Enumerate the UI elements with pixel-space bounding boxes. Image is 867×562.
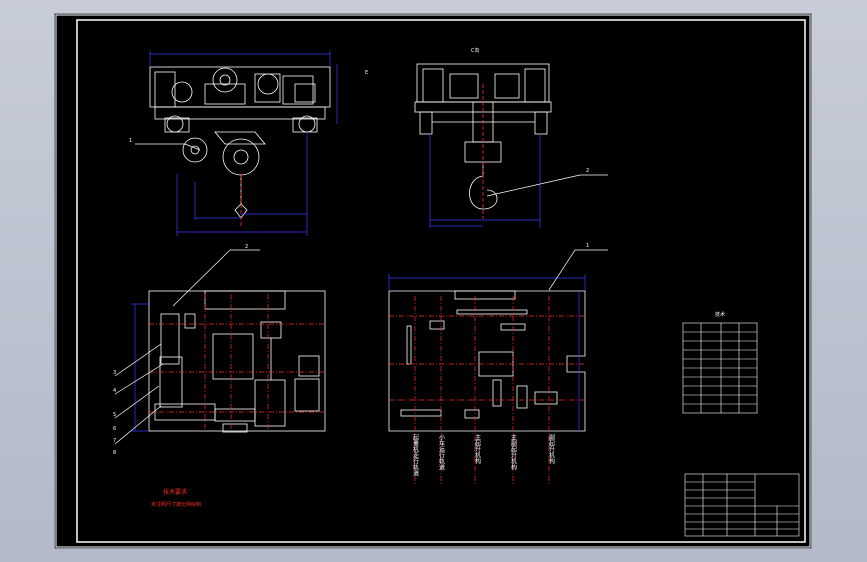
front-elevation-dimensions [149,50,338,236]
callout-number: 6 [113,426,116,432]
callout-number: 5 [113,412,116,418]
parts-table [682,322,758,414]
callout-number: 2 [586,168,589,174]
view-label-e: E [365,70,368,76]
callout-leaders [114,143,608,445]
side-elevation-dimensions [429,134,541,228]
callout-number: 3 [113,370,116,376]
callout-number: 2 [245,244,248,250]
vertical-label: 副起升机构 [548,433,555,465]
tech-note-text: 未注明尺寸按比例绘制 [151,501,201,508]
callout-number: 8 [113,450,116,456]
vertical-label: 主起升机构 [474,433,481,465]
vertical-label: 主副起升机构 [510,433,517,471]
outer-border [55,14,811,548]
plan-view-left [148,290,326,433]
tech-note-title: 技术要求 [163,488,187,496]
title-block [684,473,800,537]
vertical-label: 小车运行轨道 [438,433,445,471]
plan-view-right-dimensions [388,274,586,431]
cad-drawing: 1 2 3 4 5 6 7 8 2 1 C向 E 起重机走行轨道 小车运行轨道 … [55,14,811,548]
bottom-vertical-labels: 起重机走行轨道 小车运行轨道 主起升机构 主副起升机构 副起升机构 [412,433,555,477]
drawing-sheet: 1 2 3 4 5 6 7 8 2 1 C向 E 起重机走行轨道 小车运行轨道 … [55,14,811,548]
side-elevation-view [414,63,552,219]
callout-number: 7 [113,438,116,444]
parts-table-title: 技术 [715,311,725,318]
plan-view-right [388,290,586,432]
vertical-label: 起重机走行轨道 [412,433,419,477]
callout-number: 1 [586,243,589,249]
view-label-c: C向 [471,47,480,54]
callout-number: 1 [129,138,132,144]
callout-number: 4 [113,388,116,394]
plan-view-left-dimensions [131,303,149,432]
